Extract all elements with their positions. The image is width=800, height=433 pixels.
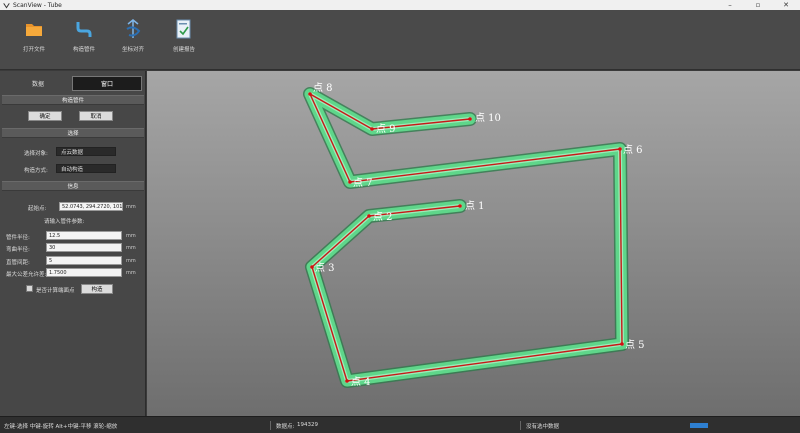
3d-viewport[interactable]: 点 1 点 2 点 3 点 4 点 5 点 6 点 7 点 8 点 9 点 10 xyxy=(147,71,800,416)
point-label: 点 4 xyxy=(351,376,371,388)
progress-fill xyxy=(690,423,708,428)
start-point-field[interactable]: 52.0743, 294.2720, 101.1958 xyxy=(59,202,123,211)
status-bar: 左键-选择 中键-旋转 Alt+中键-平移 滚轮-缩放 数据点: 194329 … xyxy=(0,416,800,433)
status-separator xyxy=(270,421,271,430)
point-marker[interactable] xyxy=(345,379,349,383)
point-marker[interactable] xyxy=(370,127,374,131)
build-button[interactable]: 构造 xyxy=(81,284,113,294)
point-marker[interactable] xyxy=(367,214,371,218)
start-point-unit: mm xyxy=(126,204,136,210)
construct-mode-dropdown[interactable]: 自动构造 xyxy=(56,164,116,173)
select-object-dropdown[interactable]: 点云数据 xyxy=(56,147,116,156)
point-label: 点 10 xyxy=(475,112,501,124)
align-coords-button[interactable]: 坐标对齐 xyxy=(111,18,155,53)
point-label: 点 6 xyxy=(623,144,643,156)
selection-status: 没有选中数据 xyxy=(526,424,560,430)
construct-mode-label: 构造方式: xyxy=(24,168,48,174)
status-separator xyxy=(520,421,521,430)
maximize-button[interactable]: ▫ xyxy=(744,0,772,10)
bend-radius-field[interactable]: 30 xyxy=(46,243,122,252)
close-button[interactable]: ✕ xyxy=(772,0,800,10)
panel-tabs: 数据 窗口 xyxy=(4,76,142,91)
minimize-button[interactable]: – xyxy=(716,0,744,10)
point-marker[interactable] xyxy=(310,265,314,269)
pipe-model xyxy=(303,87,629,388)
point-marker[interactable] xyxy=(620,342,624,346)
end-face-checkbox[interactable] xyxy=(26,285,33,292)
create-report-label: 创建报告 xyxy=(172,47,195,53)
title-bar: ScanView - Tube – ▫ ✕ xyxy=(0,0,800,10)
max-tolerance-unit: mm xyxy=(126,270,136,276)
section-construct-pipe: 构造管件 xyxy=(2,95,144,105)
pipe-model-canvas[interactable]: 点 1 点 2 点 3 点 4 点 5 点 6 点 7 点 8 点 9 点 10 xyxy=(147,71,800,416)
end-face-checkbox-label: 是否计算端面点 xyxy=(36,288,75,294)
pipe-centerline xyxy=(309,93,623,382)
cancel-button[interactable]: 取消 xyxy=(79,111,113,121)
bend-radius-label: 弯曲半径: xyxy=(6,247,30,253)
align-coords-label: 坐标对齐 xyxy=(121,47,144,53)
report-icon xyxy=(174,18,194,40)
straight-spacing-unit: mm xyxy=(126,258,136,264)
window-title: ScanView - Tube xyxy=(13,1,62,9)
construct-pipe-button[interactable]: 构造管件 xyxy=(62,18,106,53)
pipe-icon xyxy=(74,18,94,40)
mouse-hint: 左键-选择 中键-旋转 Alt+中键-平移 滚轮-缩放 xyxy=(4,424,118,430)
section-info: 信息 xyxy=(2,181,144,191)
point-label: 点 3 xyxy=(315,262,335,274)
max-tolerance-label: 最大公差允许差: xyxy=(6,272,47,278)
tab-window[interactable]: 窗口 xyxy=(72,76,142,91)
progress-bar xyxy=(690,423,708,428)
point-count-value: 194329 xyxy=(297,422,318,428)
select-object-label: 选择对象: xyxy=(24,151,48,157)
bend-radius-unit: mm xyxy=(126,245,136,251)
pipe-radius-unit: mm xyxy=(126,233,136,239)
max-tolerance-field[interactable]: 1.7500 xyxy=(46,268,122,277)
maximize-icon: ▫ xyxy=(755,1,761,9)
point-marker[interactable] xyxy=(618,147,622,151)
folder-icon xyxy=(24,18,44,40)
pipe-radius-field[interactable]: 12.5 xyxy=(46,231,122,240)
open-file-label: 打开文件 xyxy=(22,47,45,53)
pipe-body xyxy=(304,88,628,387)
point-count-label: 数据点: xyxy=(276,424,295,430)
align-icon xyxy=(123,18,143,40)
point-label: 点 9 xyxy=(376,123,396,135)
create-report-button[interactable]: 创建报告 xyxy=(162,18,206,53)
straight-spacing-label: 直管间距: xyxy=(6,260,30,266)
start-point-label: 起始点: xyxy=(28,206,47,212)
minimize-icon: – xyxy=(728,1,732,9)
point-label: 点 7 xyxy=(353,177,373,189)
point-marker[interactable] xyxy=(468,117,472,121)
point-label: 点 8 xyxy=(313,82,333,94)
app-logo-icon xyxy=(3,2,10,8)
pipe-highlight xyxy=(308,92,624,383)
point-label: 点 5 xyxy=(625,339,645,351)
pipe-radius-label: 管件半径: xyxy=(6,235,30,241)
point-label: 点 2 xyxy=(373,211,393,223)
close-icon: ✕ xyxy=(783,1,789,9)
param-prompt: 请输入管件参数: xyxy=(44,219,85,225)
open-file-button[interactable]: 打开文件 xyxy=(12,18,56,53)
section-select: 选择 xyxy=(2,128,144,138)
side-panel: 数据 窗口 构造管件 确定 取消 选择 选择对象: 点云数据 构造方式: 自动构… xyxy=(0,71,146,416)
main-toolbar: 打开文件 构造管件 坐标对齐 创建报告 xyxy=(0,10,800,70)
ok-button[interactable]: 确定 xyxy=(28,111,62,121)
straight-spacing-field[interactable]: 5 xyxy=(46,256,122,265)
construct-pipe-label: 构造管件 xyxy=(72,47,95,53)
pipe-shadow xyxy=(303,87,629,388)
point-label: 点 1 xyxy=(465,200,485,212)
point-marker[interactable] xyxy=(458,204,462,208)
point-marker[interactable] xyxy=(308,92,312,96)
point-marker[interactable] xyxy=(348,180,352,184)
tab-data[interactable]: 数据 xyxy=(4,76,72,91)
